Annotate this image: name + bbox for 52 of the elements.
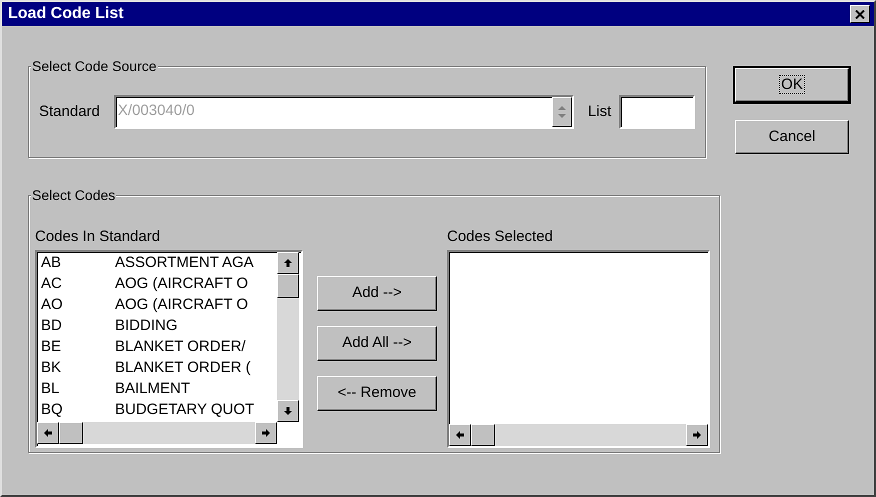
scroll-right-button[interactable] [686,424,708,446]
close-icon [855,10,865,18]
scroll-left-button[interactable] [449,424,471,446]
move-button[interactable]: Add --> [317,276,437,311]
standard-label: Standard [39,102,100,122]
code-cell-text: BL [40,379,60,399]
list-label: List [588,102,612,122]
dropdown-button[interactable] [552,97,572,127]
close-button[interactable] [850,5,870,23]
arrow-right-icon [693,431,701,439]
scroll-thumb[interactable] [277,274,299,298]
code-cell-text: AC [40,274,63,294]
description-cell-text: BUDGETARY QUOT [115,400,254,420]
vertical-scrollbar[interactable] [277,252,299,422]
dropdown-icon [556,105,567,119]
move-button[interactable]: <-- Remove [317,376,437,411]
scroll-right-button[interactable] [255,422,277,444]
scroll-down-button[interactable] [277,400,299,422]
codes-selected-label: Codes Selected [447,227,554,247]
description-cell-text: BAILMENT [115,379,190,399]
scroll-up-button[interactable] [277,252,299,274]
code-cell-text: BE [40,337,62,357]
description-cell-text: AOG (AIRCRAFT O [115,295,248,315]
code-cell-text: BD [40,316,63,336]
scroll-left-button[interactable] [37,422,59,444]
code-cell-text: AO [40,295,64,315]
arrow-up-icon [284,259,292,267]
arrow-left-icon [456,431,464,439]
description-cell-text: AOG (AIRCRAFT O [115,274,248,294]
window-title: Load Code List [8,4,124,24]
dialog-button[interactable]: OK [735,68,849,102]
horizontal-scrollbar[interactable] [37,422,277,444]
arrow-down-icon [284,407,292,415]
description-cell-text: BLANKET ORDER/ [115,337,246,357]
code-cell-text: BQ [40,400,64,420]
codes-in-standard-label: Codes In Standard [35,227,162,247]
scroll-thumb[interactable] [59,422,83,444]
code-cell-text: BK [40,358,62,378]
description-cell-text: BLANKET ORDER ( [115,358,251,378]
arrow-left-icon [44,429,52,437]
scroll-thumb[interactable] [471,424,495,446]
code-cell-text: AB [40,253,62,273]
description-cell-text: BIDDING [115,316,178,336]
description-cell-text: ASSORTMENT AGA [115,253,254,273]
standard-value: X/003040/0 [116,101,196,121]
codes-selected-list[interactable] [447,250,710,448]
list-field[interactable] [619,95,696,129]
horizontal-scrollbar[interactable] [449,424,708,446]
dialog-button[interactable]: Cancel [735,120,849,154]
codes-in-standard-list[interactable]: AB ASSORTMENT AGA AC AOG (AIRCRAFT O AO AOG (AIRCRAFT O BD BIDDING BE BLANKET ORDER/ BK BLANKET ORDER ( BL BAILMENT BQ BUDGETARY QUOT [35,250,303,448]
arrow-right-icon [262,429,270,437]
move-button[interactable]: Add All --> [317,326,437,361]
